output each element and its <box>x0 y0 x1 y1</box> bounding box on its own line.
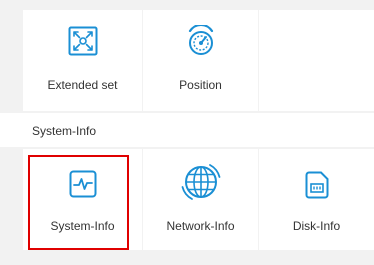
app-screen: Extended set Position System-Info System… <box>0 0 374 265</box>
extended-set-label: Extended set <box>47 78 118 92</box>
disk-card-icon <box>305 171 329 204</box>
top-row-empty-area <box>259 10 374 111</box>
section-header: System-Info <box>0 113 374 147</box>
expand-arrows-icon <box>68 26 98 61</box>
network-info-tile[interactable]: Network-Info <box>143 149 258 250</box>
globe-network-icon <box>181 162 221 207</box>
system-info-label: System-Info <box>50 219 115 233</box>
speedometer-icon <box>186 23 216 62</box>
position-label: Position <box>179 78 222 92</box>
disk-info-tile[interactable]: Disk-Info <box>259 149 374 250</box>
section-title: System-Info <box>32 124 97 138</box>
pulse-monitor-icon <box>69 170 97 203</box>
extended-set-tile[interactable]: Extended set <box>23 10 142 111</box>
network-info-label: Network-Info <box>166 219 235 233</box>
disk-info-label: Disk-Info <box>292 219 341 233</box>
system-info-tile[interactable]: System-Info <box>23 149 142 250</box>
position-tile[interactable]: Position <box>143 10 258 111</box>
